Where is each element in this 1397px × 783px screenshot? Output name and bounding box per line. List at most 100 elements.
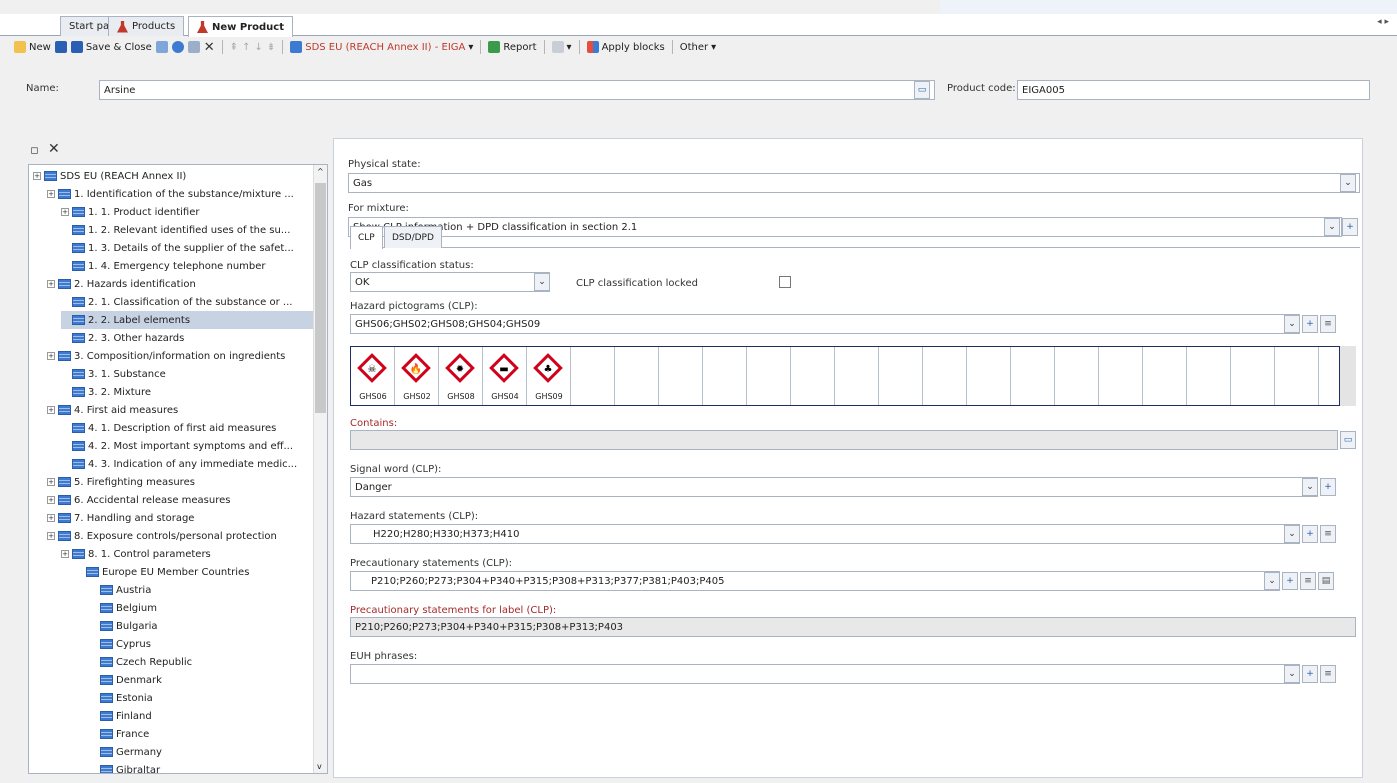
tree-node[interactable]: +4. First aid measures <box>47 401 315 419</box>
expand-icon[interactable] <box>89 622 97 630</box>
empty-pictogram-cell[interactable] <box>1231 347 1275 405</box>
undo-icon[interactable] <box>171 41 184 53</box>
expand-icon[interactable]: + <box>33 172 41 180</box>
expand-icon[interactable]: + <box>47 190 55 198</box>
product-code-field[interactable]: EIGA005 <box>1017 80 1370 100</box>
empty-pictogram-cell[interactable] <box>1187 347 1231 405</box>
tree-node[interactable]: 1. 3. Details of the supplier of the saf… <box>61 239 315 257</box>
tree-node[interactable]: Austria <box>89 581 315 599</box>
tree-node[interactable]: +1. 1. Product identifier <box>61 203 315 221</box>
tree-node[interactable]: Belgium <box>89 599 315 617</box>
tree-node[interactable]: Bulgaria <box>89 617 315 635</box>
expand-icon[interactable] <box>61 442 69 450</box>
edit-list-icon[interactable]: ≡ <box>1320 665 1336 683</box>
tree-node[interactable]: 2. 3. Other hazards <box>61 329 315 347</box>
physical-state-select[interactable]: Gas <box>348 173 1360 193</box>
expand-icon[interactable] <box>89 640 97 648</box>
empty-pictogram-cell[interactable] <box>967 347 1011 405</box>
chevron-down-icon[interactable]: ⌄ <box>1284 665 1300 683</box>
empty-pictogram-cell[interactable] <box>703 347 747 405</box>
expand-icon[interactable] <box>89 766 97 773</box>
expand-icon[interactable]: + <box>47 352 55 360</box>
expand-icon[interactable] <box>89 712 97 720</box>
empty-pictogram-cell[interactable] <box>1099 347 1143 405</box>
expand-icon[interactable] <box>61 244 69 252</box>
save-icon[interactable] <box>54 41 67 53</box>
tree-node[interactable]: Europe EU Member Countries <box>75 563 315 581</box>
expand-icon[interactable] <box>89 676 97 684</box>
tree-node[interactable]: Cyprus <box>89 635 315 653</box>
expand-icon[interactable] <box>61 370 69 378</box>
expand-icon[interactable] <box>61 262 69 270</box>
report-button[interactable]: Report <box>488 41 537 53</box>
tree-node[interactable]: +1. Identification of the substance/mixt… <box>47 185 315 203</box>
tree-node[interactable]: +6. Accidental release measures <box>47 491 315 509</box>
add-icon[interactable]: + <box>1282 572 1298 590</box>
expand-icon[interactable] <box>61 388 69 396</box>
copy-icon[interactable] <box>155 41 168 53</box>
chevron-down-icon[interactable]: ⌄ <box>1302 478 1318 496</box>
signal-word-select[interactable]: Danger <box>350 477 1318 497</box>
tree-node[interactable]: + SDS EU (REACH Annex II) <box>33 167 315 185</box>
pictogram-cell[interactable]: ☠ GHS06 <box>351 347 395 405</box>
expand-icon[interactable] <box>61 424 69 432</box>
tree-node[interactable]: +8. Exposure controls/personal protectio… <box>47 527 315 545</box>
pictograms-field[interactable]: GHS06;GHS02;GHS08;GHS04;GHS09 <box>350 314 1300 334</box>
expand-icon[interactable]: + <box>47 478 55 486</box>
add-icon[interactable]: + <box>1342 218 1358 236</box>
tab-clp[interactable]: CLP <box>350 226 383 249</box>
expand-icon[interactable] <box>89 694 97 702</box>
edit-list-icon[interactable]: ≡ <box>1300 572 1316 590</box>
new-document-icon[interactable]: ▫ <box>30 143 39 158</box>
empty-pictogram-cell[interactable] <box>659 347 703 405</box>
tree-node[interactable]: +7. Handling and storage <box>47 509 315 527</box>
delete-icon[interactable]: ✕ <box>48 141 60 157</box>
tree-node[interactable]: Gibraltar <box>89 761 315 773</box>
add-icon[interactable]: + <box>1302 525 1318 543</box>
expand-icon[interactable]: + <box>47 514 55 522</box>
expand-icon[interactable] <box>89 604 97 612</box>
tab-scroll-arrows[interactable]: ◂ ▸ <box>1377 17 1389 27</box>
view-dropdown-button[interactable]: ▾ <box>551 41 572 53</box>
chevron-down-icon[interactable]: ⌄ <box>1264 572 1280 590</box>
clp-status-select[interactable]: OK <box>350 272 550 292</box>
tree-node[interactable]: Germany <box>89 743 315 761</box>
translate-icon[interactable]: ▭ <box>1340 431 1356 449</box>
for-mixture-select[interactable]: Show CLP information + DPD classificatio… <box>348 217 1342 237</box>
translate-icon[interactable]: ▭ <box>914 81 930 99</box>
tree-node[interactable]: +8. 1. Control parameters <box>61 545 315 563</box>
empty-pictogram-cell[interactable] <box>1055 347 1099 405</box>
apply-blocks-button[interactable]: Apply blocks <box>586 41 665 53</box>
expand-icon[interactable] <box>61 316 69 324</box>
empty-pictogram-cell[interactable] <box>1011 347 1055 405</box>
scroll-down-icon[interactable]: v <box>317 762 322 771</box>
move-up-icon[interactable]: ⇞ <box>230 42 238 53</box>
expand-icon[interactable] <box>89 586 97 594</box>
expand-icon[interactable] <box>61 334 69 342</box>
delete-icon[interactable]: ✕ <box>204 40 215 55</box>
empty-pictogram-cell[interactable] <box>747 347 791 405</box>
tree-node[interactable]: +3. Composition/information on ingredien… <box>47 347 315 365</box>
empty-pictogram-cell[interactable] <box>1143 347 1187 405</box>
edit-list-icon[interactable]: ≡ <box>1320 525 1336 543</box>
expand-icon[interactable]: + <box>47 496 55 504</box>
expand-icon[interactable] <box>75 568 83 576</box>
precautionary-statements-field[interactable]: P210;P260;P273;P304+P340+P315;P308+P313;… <box>350 571 1280 591</box>
expand-icon[interactable]: + <box>61 208 69 216</box>
scroll-up-icon[interactable]: ^ <box>317 167 324 176</box>
tree-node[interactable]: 4. 2. Most important symptoms and eff... <box>61 437 315 455</box>
contains-field[interactable] <box>350 430 1338 450</box>
tree-node[interactable]: +5. Firefighting measures <box>47 473 315 491</box>
tree-node[interactable]: 2. 1. Classification of the substance or… <box>61 293 315 311</box>
hazard-statements-field[interactable]: H220;H280;H330;H373;H410 <box>350 524 1300 544</box>
empty-pictogram-cell[interactable] <box>791 347 835 405</box>
chevron-down-icon[interactable]: ⌄ <box>1324 218 1340 236</box>
tree-node[interactable]: 2. 2. Label elements <box>61 311 315 329</box>
tab-new-product[interactable]: New Product <box>188 16 293 37</box>
tree-node[interactable]: Estonia <box>89 689 315 707</box>
expand-icon[interactable] <box>61 460 69 468</box>
expand-icon[interactable] <box>61 226 69 234</box>
tree-node[interactable]: 4. 3. Indication of any immediate medic.… <box>61 455 315 473</box>
tree-node[interactable]: Finland <box>89 707 315 725</box>
other-button[interactable]: Other ▾ <box>680 42 716 53</box>
